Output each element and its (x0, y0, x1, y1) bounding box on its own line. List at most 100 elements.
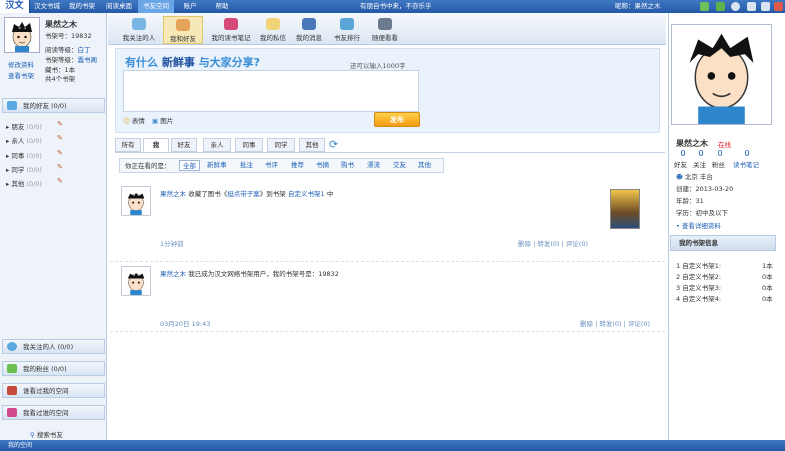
filter-friendship[interactable]: 交友 (393, 158, 406, 173)
delete-link[interactable]: 删除 (580, 320, 593, 328)
friends-header-label: 我的好友 (0/0) (23, 102, 67, 110)
publish-button[interactable]: 发布 (374, 112, 420, 127)
view-shelf-link[interactable]: 查看书架 (8, 70, 34, 80)
edit-group-icon[interactable]: ✎ (57, 149, 63, 157)
edit-profile-link[interactable]: 修改资料 (8, 59, 34, 69)
stat-follow-num[interactable]: 0 (694, 149, 708, 158)
following-section-header[interactable]: 我关注的人 (0/0) (2, 339, 105, 354)
filter-other[interactable]: 其他 (418, 158, 431, 173)
filter-annotation[interactable]: 批注 (240, 158, 253, 173)
search-friend-button[interactable]: ⚲ 搜索书友 (30, 429, 63, 439)
user-avatar-small[interactable] (4, 17, 40, 53)
nav-friend-space[interactable]: 书友空间 (138, 0, 174, 13)
comment-link[interactable]: 评论(0) (628, 320, 650, 328)
feed-book-link[interactable]: 挺点带子案 (227, 190, 260, 198)
edit-group-icon[interactable]: ✎ (57, 177, 63, 185)
minimize-icon[interactable] (747, 2, 756, 11)
visited-section-header[interactable]: 我看过谁的空间 (2, 405, 105, 420)
group-family[interactable]: ▸ 亲人 (0/0) (6, 135, 42, 145)
tab-private-messages[interactable]: 我的私信 (257, 16, 289, 44)
feed-shelf-link[interactable]: 自定义书架1 (288, 190, 325, 198)
close-icon[interactable] (774, 2, 783, 11)
feed-avatar[interactable] (121, 186, 151, 216)
nav-help[interactable]: 帮助 (206, 0, 238, 13)
left-username: 果然之木 (45, 20, 77, 29)
feed-tab-me[interactable]: 我 (143, 138, 169, 152)
emoji-button[interactable]: ☺ 表情 (123, 115, 145, 125)
feed-username[interactable]: 果然之木 (160, 190, 186, 198)
grid-icon[interactable] (716, 2, 725, 11)
fans-icon (7, 364, 17, 373)
feed-tab-classmates[interactable]: 同学 (267, 138, 295, 152)
filter-buy[interactable]: 购书 (341, 158, 354, 173)
group-colleagues[interactable]: ▸ 同事 (0/0) (6, 150, 42, 160)
group-name: 其他 (11, 180, 25, 188)
tab-label: 书友排行 (334, 34, 360, 42)
friends-section-header[interactable]: 我的好友 (0/0) (2, 98, 105, 113)
filter-review[interactable]: 书评 (265, 158, 278, 173)
image-button[interactable]: ▣ 图片 (152, 115, 173, 125)
visitors-section-header[interactable]: 谁看过我的空间 (2, 383, 105, 398)
tab-reading-notes[interactable]: 我的读书笔记 (206, 16, 256, 44)
more-details-link[interactable]: • 查看详细资料 (676, 220, 721, 230)
feed-username[interactable]: 果然之木 (160, 270, 186, 278)
feed-avatar[interactable] (121, 266, 151, 296)
tab-following[interactable]: 我关注的人 (118, 16, 160, 44)
tab-browse[interactable]: 随便看看 (367, 16, 403, 44)
read-level-value[interactable]: 白丁 (78, 46, 91, 54)
feed-tab-all[interactable]: 所有 (115, 138, 141, 152)
feed-tab-family[interactable]: 亲人 (203, 138, 231, 152)
filter-excerpt[interactable]: 书摘 (316, 158, 329, 173)
group-others[interactable]: ▸ 其他 (0/0) (6, 178, 42, 188)
group-friends[interactable]: ▸ 朋友 (0/0) (6, 121, 42, 131)
nav-my-shelf[interactable]: 我的书架 (64, 0, 100, 13)
shelf-row-name[interactable]: 3 自定义书架3: (676, 282, 721, 292)
settings-icon[interactable] (731, 2, 740, 11)
feed-tab-colleagues[interactable]: 同事 (235, 138, 263, 152)
comment-link[interactable]: 评论(0) (566, 240, 588, 248)
post-input[interactable] (123, 70, 419, 112)
edit-group-icon[interactable]: ✎ (57, 163, 63, 171)
site-logo[interactable]: 汉文 (0, 0, 30, 13)
feed-tab-friends[interactable]: 好友 (171, 138, 197, 152)
feed-actions: 删除 | 转发(0) | 评论(0) (518, 240, 589, 248)
stat-friends-num[interactable]: 0 (676, 149, 690, 158)
maximize-icon[interactable] (761, 2, 770, 11)
tab-ranking[interactable]: 书友排行 (329, 16, 365, 44)
feed-tab-divider (115, 152, 665, 153)
bullet-icon: • (676, 222, 680, 230)
nav-bookstore[interactable]: 汉文书城 (30, 0, 64, 13)
forward-link[interactable]: 转发(0) (537, 240, 559, 248)
forward-link[interactable]: 转发(0) (599, 320, 621, 328)
filter-all[interactable]: 全部 (179, 160, 200, 171)
book-cover-image[interactable] (610, 189, 640, 229)
tab-my-messages[interactable]: 我的消息 (291, 16, 327, 44)
filter-news[interactable]: 新鲜事 (207, 158, 227, 173)
avatar-face-icon (127, 192, 145, 215)
group-classmates[interactable]: ▸ 同学 (0/0) (6, 164, 42, 174)
edit-group-icon[interactable]: ✎ (57, 120, 63, 128)
post-title-pre: 有什么 (125, 56, 158, 69)
image-icon: ▣ (152, 117, 159, 125)
refresh-icon[interactable]: ⟳ (329, 138, 338, 151)
shelf-row-name[interactable]: 1 自定义书架1: (676, 260, 721, 270)
notebook-icon (224, 18, 238, 30)
fans-section-header[interactable]: 我的粉丝 (0/0) (2, 361, 105, 376)
nav-reading-desk[interactable]: 阅读桌面 (100, 0, 138, 13)
user-avatar-large[interactable] (671, 24, 772, 125)
tab-me-and-friends[interactable]: 我和好友 (163, 16, 203, 44)
filter-drift[interactable]: 漂流 (367, 158, 380, 173)
excel-icon[interactable] (700, 2, 709, 11)
group-count: (0/0) (26, 123, 42, 131)
shelf-level-value[interactable]: 蠹书阁 (78, 56, 98, 64)
delete-link[interactable]: 删除 (518, 240, 531, 248)
filter-recommend[interactable]: 推荐 (291, 158, 304, 173)
feed-tab-others[interactable]: 其他 (299, 138, 325, 152)
nav-account[interactable]: 账户 (174, 0, 206, 13)
shelf-row-name[interactable]: 2 自定义书架2: (676, 271, 721, 281)
stat-fans-num[interactable]: 0 (713, 149, 727, 158)
stat-notes-label[interactable]: 读书笔记 (733, 159, 759, 169)
edit-group-icon[interactable]: ✎ (57, 134, 63, 142)
stat-notes-num[interactable]: 0 (740, 149, 754, 158)
shelf-row-name[interactable]: 4 自定义书架4: (676, 293, 721, 303)
